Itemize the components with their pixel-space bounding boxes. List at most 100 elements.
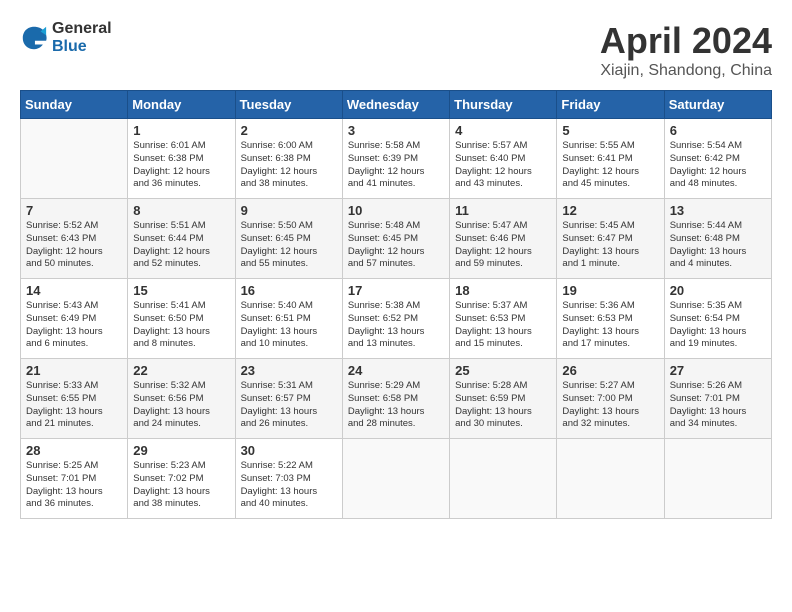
day-number: 21 [26, 363, 122, 378]
calendar-cell: 20 Sunrise: 5:35 AM Sunset: 6:54 PM Dayli… [664, 279, 771, 359]
calendar-cell: 29 Sunrise: 5:23 AM Sunset: 7:02 PM Dayli… [128, 439, 235, 519]
calendar-cell: 24 Sunrise: 5:29 AM Sunset: 6:58 PM Dayli… [342, 359, 449, 439]
day-header-wednesday: Wednesday [342, 91, 449, 119]
logo: General Blue [20, 20, 112, 55]
day-info: Sunrise: 5:22 AM Sunset: 7:03 PM Dayligh… [241, 460, 337, 511]
calendar-cell: 12 Sunrise: 5:45 AM Sunset: 6:47 PM Dayli… [557, 199, 664, 279]
day-number: 24 [348, 363, 444, 378]
calendar-cell [664, 439, 771, 519]
day-number: 23 [241, 363, 337, 378]
day-info: Sunrise: 5:37 AM Sunset: 6:53 PM Dayligh… [455, 300, 551, 351]
day-info: Sunrise: 5:25 AM Sunset: 7:01 PM Dayligh… [26, 460, 122, 511]
day-info: Sunrise: 5:40 AM Sunset: 6:51 PM Dayligh… [241, 300, 337, 351]
calendar-cell: 17 Sunrise: 5:38 AM Sunset: 6:52 PM Dayli… [342, 279, 449, 359]
day-number: 10 [348, 203, 444, 218]
day-number: 25 [455, 363, 551, 378]
day-number: 30 [241, 443, 337, 458]
day-number: 16 [241, 283, 337, 298]
day-number: 14 [26, 283, 122, 298]
calendar-cell: 6 Sunrise: 5:54 AM Sunset: 6:42 PM Daylig… [664, 119, 771, 199]
calendar-cell: 28 Sunrise: 5:25 AM Sunset: 7:01 PM Dayli… [21, 439, 128, 519]
calendar-cell: 26 Sunrise: 5:27 AM Sunset: 7:00 PM Dayli… [557, 359, 664, 439]
day-info: Sunrise: 5:45 AM Sunset: 6:47 PM Dayligh… [562, 220, 658, 271]
day-number: 6 [670, 123, 766, 138]
day-info: Sunrise: 5:31 AM Sunset: 6:57 PM Dayligh… [241, 380, 337, 431]
calendar-cell: 15Sunrise: 5:41 AM Sunset: 6:50 PM Dayli… [128, 279, 235, 359]
day-number: 8 [133, 203, 229, 218]
logo-blue: Blue [52, 38, 112, 56]
day-header-thursday: Thursday [450, 91, 557, 119]
calendar-cell: 27 Sunrise: 5:26 AM Sunset: 7:01 PM Dayli… [664, 359, 771, 439]
day-info: Sunrise: 5:54 AM Sunset: 6:42 PM Dayligh… [670, 140, 766, 191]
logo-general: General [52, 20, 112, 38]
day-number: 17 [348, 283, 444, 298]
calendar-cell: 9 Sunrise: 5:50 AM Sunset: 6:45 PM Daylig… [235, 199, 342, 279]
day-number: 28 [26, 443, 122, 458]
day-info: Sunrise: 5:27 AM Sunset: 7:00 PM Dayligh… [562, 380, 658, 431]
day-number: 2 [241, 123, 337, 138]
calendar-week-4: 21 Sunrise: 5:33 AM Sunset: 6:55 PM Dayli… [21, 359, 772, 439]
logo-icon [20, 24, 48, 52]
day-info: Sunrise: 5:51 AM Sunset: 6:44 PM Dayligh… [133, 220, 229, 271]
day-header-monday: Monday [128, 91, 235, 119]
calendar-week-1: 1Sunrise: 6:01 AM Sunset: 6:38 PM Daylig… [21, 119, 772, 199]
day-info: Sunrise: 5:33 AM Sunset: 6:55 PM Dayligh… [26, 380, 122, 431]
day-number: 20 [670, 283, 766, 298]
day-info: Sunrise: 5:32 AM Sunset: 6:56 PM Dayligh… [133, 380, 229, 431]
calendar-cell: 23 Sunrise: 5:31 AM Sunset: 6:57 PM Dayli… [235, 359, 342, 439]
day-number: 11 [455, 203, 551, 218]
day-info: Sunrise: 5:35 AM Sunset: 6:54 PM Dayligh… [670, 300, 766, 351]
day-info: Sunrise: 5:57 AM Sunset: 6:40 PM Dayligh… [455, 140, 551, 191]
day-number: 12 [562, 203, 658, 218]
title-block: April 2024 Xiajin, Shandong, China [600, 20, 772, 80]
calendar-week-5: 28 Sunrise: 5:25 AM Sunset: 7:01 PM Dayli… [21, 439, 772, 519]
day-number: 3 [348, 123, 444, 138]
day-header-tuesday: Tuesday [235, 91, 342, 119]
calendar-week-3: 14Sunrise: 5:43 AM Sunset: 6:49 PM Dayli… [21, 279, 772, 359]
calendar-cell: 21 Sunrise: 5:33 AM Sunset: 6:55 PM Dayli… [21, 359, 128, 439]
day-number: 13 [670, 203, 766, 218]
calendar-table: SundayMondayTuesdayWednesdayThursdayFrid… [20, 90, 772, 519]
day-number: 4 [455, 123, 551, 138]
day-header-friday: Friday [557, 91, 664, 119]
day-info: Sunrise: 5:47 AM Sunset: 6:46 PM Dayligh… [455, 220, 551, 271]
calendar-cell [21, 119, 128, 199]
day-info: Sunrise: 6:00 AM Sunset: 6:38 PM Dayligh… [241, 140, 337, 191]
day-info: Sunrise: 5:36 AM Sunset: 6:53 PM Dayligh… [562, 300, 658, 351]
calendar-cell: 1Sunrise: 6:01 AM Sunset: 6:38 PM Daylig… [128, 119, 235, 199]
day-info: Sunrise: 5:58 AM Sunset: 6:39 PM Dayligh… [348, 140, 444, 191]
page-header: General Blue April 2024 Xiajin, Shandong… [20, 20, 772, 80]
day-number: 26 [562, 363, 658, 378]
day-info: Sunrise: 5:48 AM Sunset: 6:45 PM Dayligh… [348, 220, 444, 271]
day-number: 27 [670, 363, 766, 378]
calendar-week-2: 7Sunrise: 5:52 AM Sunset: 6:43 PM Daylig… [21, 199, 772, 279]
day-number: 7 [26, 203, 122, 218]
logo-text: General Blue [52, 20, 112, 55]
calendar-cell: 3 Sunrise: 5:58 AM Sunset: 6:39 PM Daylig… [342, 119, 449, 199]
month-title: April 2024 [600, 20, 772, 62]
calendar-cell: 11 Sunrise: 5:47 AM Sunset: 6:46 PM Dayli… [450, 199, 557, 279]
calendar-cell: 10 Sunrise: 5:48 AM Sunset: 6:45 PM Dayli… [342, 199, 449, 279]
calendar-cell: 8 Sunrise: 5:51 AM Sunset: 6:44 PM Daylig… [128, 199, 235, 279]
day-info: Sunrise: 5:26 AM Sunset: 7:01 PM Dayligh… [670, 380, 766, 431]
day-number: 5 [562, 123, 658, 138]
calendar-cell: 16 Sunrise: 5:40 AM Sunset: 6:51 PM Dayli… [235, 279, 342, 359]
day-number: 22 [133, 363, 229, 378]
calendar-header-row: SundayMondayTuesdayWednesdayThursdayFrid… [21, 91, 772, 119]
day-info: Sunrise: 5:41 AM Sunset: 6:50 PM Dayligh… [133, 300, 229, 351]
day-info: Sunrise: 5:23 AM Sunset: 7:02 PM Dayligh… [133, 460, 229, 511]
day-number: 29 [133, 443, 229, 458]
day-header-saturday: Saturday [664, 91, 771, 119]
day-info: Sunrise: 6:01 AM Sunset: 6:38 PM Dayligh… [133, 140, 229, 191]
calendar-cell: 22 Sunrise: 5:32 AM Sunset: 6:56 PM Dayli… [128, 359, 235, 439]
calendar-cell: 14Sunrise: 5:43 AM Sunset: 6:49 PM Dayli… [21, 279, 128, 359]
day-number: 9 [241, 203, 337, 218]
day-info: Sunrise: 5:38 AM Sunset: 6:52 PM Dayligh… [348, 300, 444, 351]
day-number: 18 [455, 283, 551, 298]
day-info: Sunrise: 5:29 AM Sunset: 6:58 PM Dayligh… [348, 380, 444, 431]
calendar-cell [450, 439, 557, 519]
day-info: Sunrise: 5:50 AM Sunset: 6:45 PM Dayligh… [241, 220, 337, 271]
calendar-cell: 2 Sunrise: 6:00 AM Sunset: 6:38 PM Daylig… [235, 119, 342, 199]
calendar-cell: 19Sunrise: 5:36 AM Sunset: 6:53 PM Dayli… [557, 279, 664, 359]
calendar-cell: 7Sunrise: 5:52 AM Sunset: 6:43 PM Daylig… [21, 199, 128, 279]
